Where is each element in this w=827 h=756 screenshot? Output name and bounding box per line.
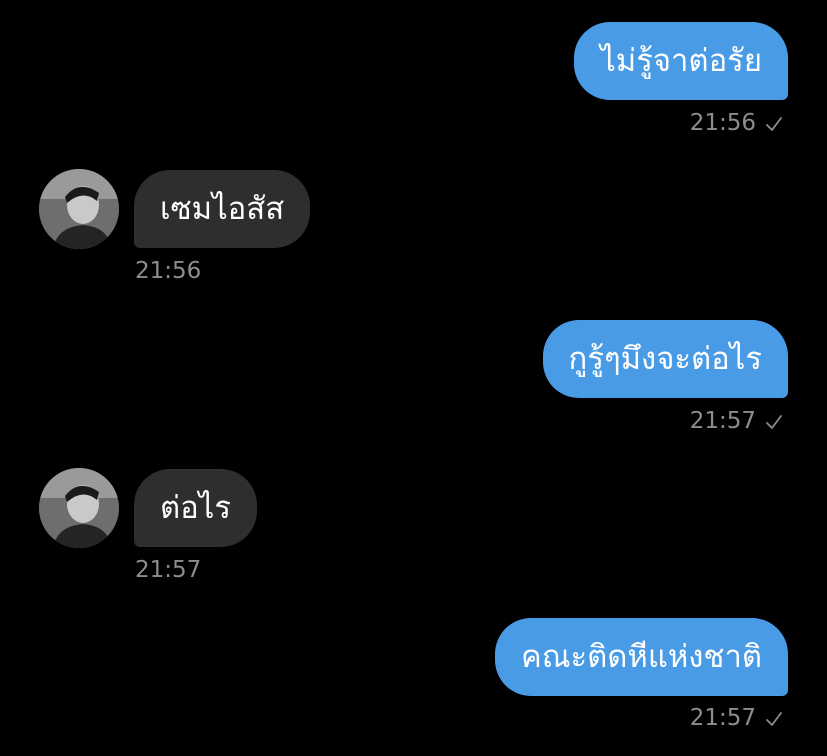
message-text: คณะติดหีแห่งชาติ <box>521 638 762 675</box>
outgoing-message-bubble[interactable]: คณะติดหีแห่งชาติ <box>495 618 788 696</box>
timestamp-text: 21:57 <box>689 408 756 434</box>
check-icon <box>766 711 782 726</box>
message-text: เซมไอสัส <box>160 190 285 227</box>
check-icon <box>766 414 782 429</box>
profile-photo <box>39 468 119 548</box>
message-timestamp: 21:56 <box>135 260 201 283</box>
message-text: กูรู้ๆมึงจะต่อไร <box>568 340 762 377</box>
timestamp-text: 21:56 <box>689 110 756 136</box>
message-text: ไม่รู้จาต่อรัย <box>600 42 762 79</box>
check-icon <box>766 116 782 131</box>
chat-thread: ไม่รู้จาต่อรัย 21:56 เซมไอสัส 21:56 กูรู… <box>0 0 827 756</box>
message-timestamp: 21:57 <box>135 559 201 582</box>
avatar[interactable] <box>39 468 119 548</box>
profile-photo <box>39 169 119 249</box>
message-timestamp: 21:57 <box>690 707 783 730</box>
avatar[interactable] <box>39 169 119 249</box>
timestamp-text: 21:56 <box>135 258 202 284</box>
timestamp-text: 21:57 <box>135 557 202 583</box>
outgoing-message-bubble[interactable]: ไม่รู้จาต่อรัย <box>574 22 788 100</box>
message-text: ต่อไร <box>160 489 231 526</box>
timestamp-text: 21:57 <box>689 705 756 731</box>
outgoing-message-bubble[interactable]: กูรู้ๆมึงจะต่อไร <box>542 320 788 398</box>
incoming-message-bubble[interactable]: ต่อไร <box>134 469 257 547</box>
incoming-message-bubble[interactable]: เซมไอสัส <box>134 170 311 248</box>
message-timestamp: 21:57 <box>690 410 783 433</box>
message-timestamp: 21:56 <box>690 112 783 135</box>
